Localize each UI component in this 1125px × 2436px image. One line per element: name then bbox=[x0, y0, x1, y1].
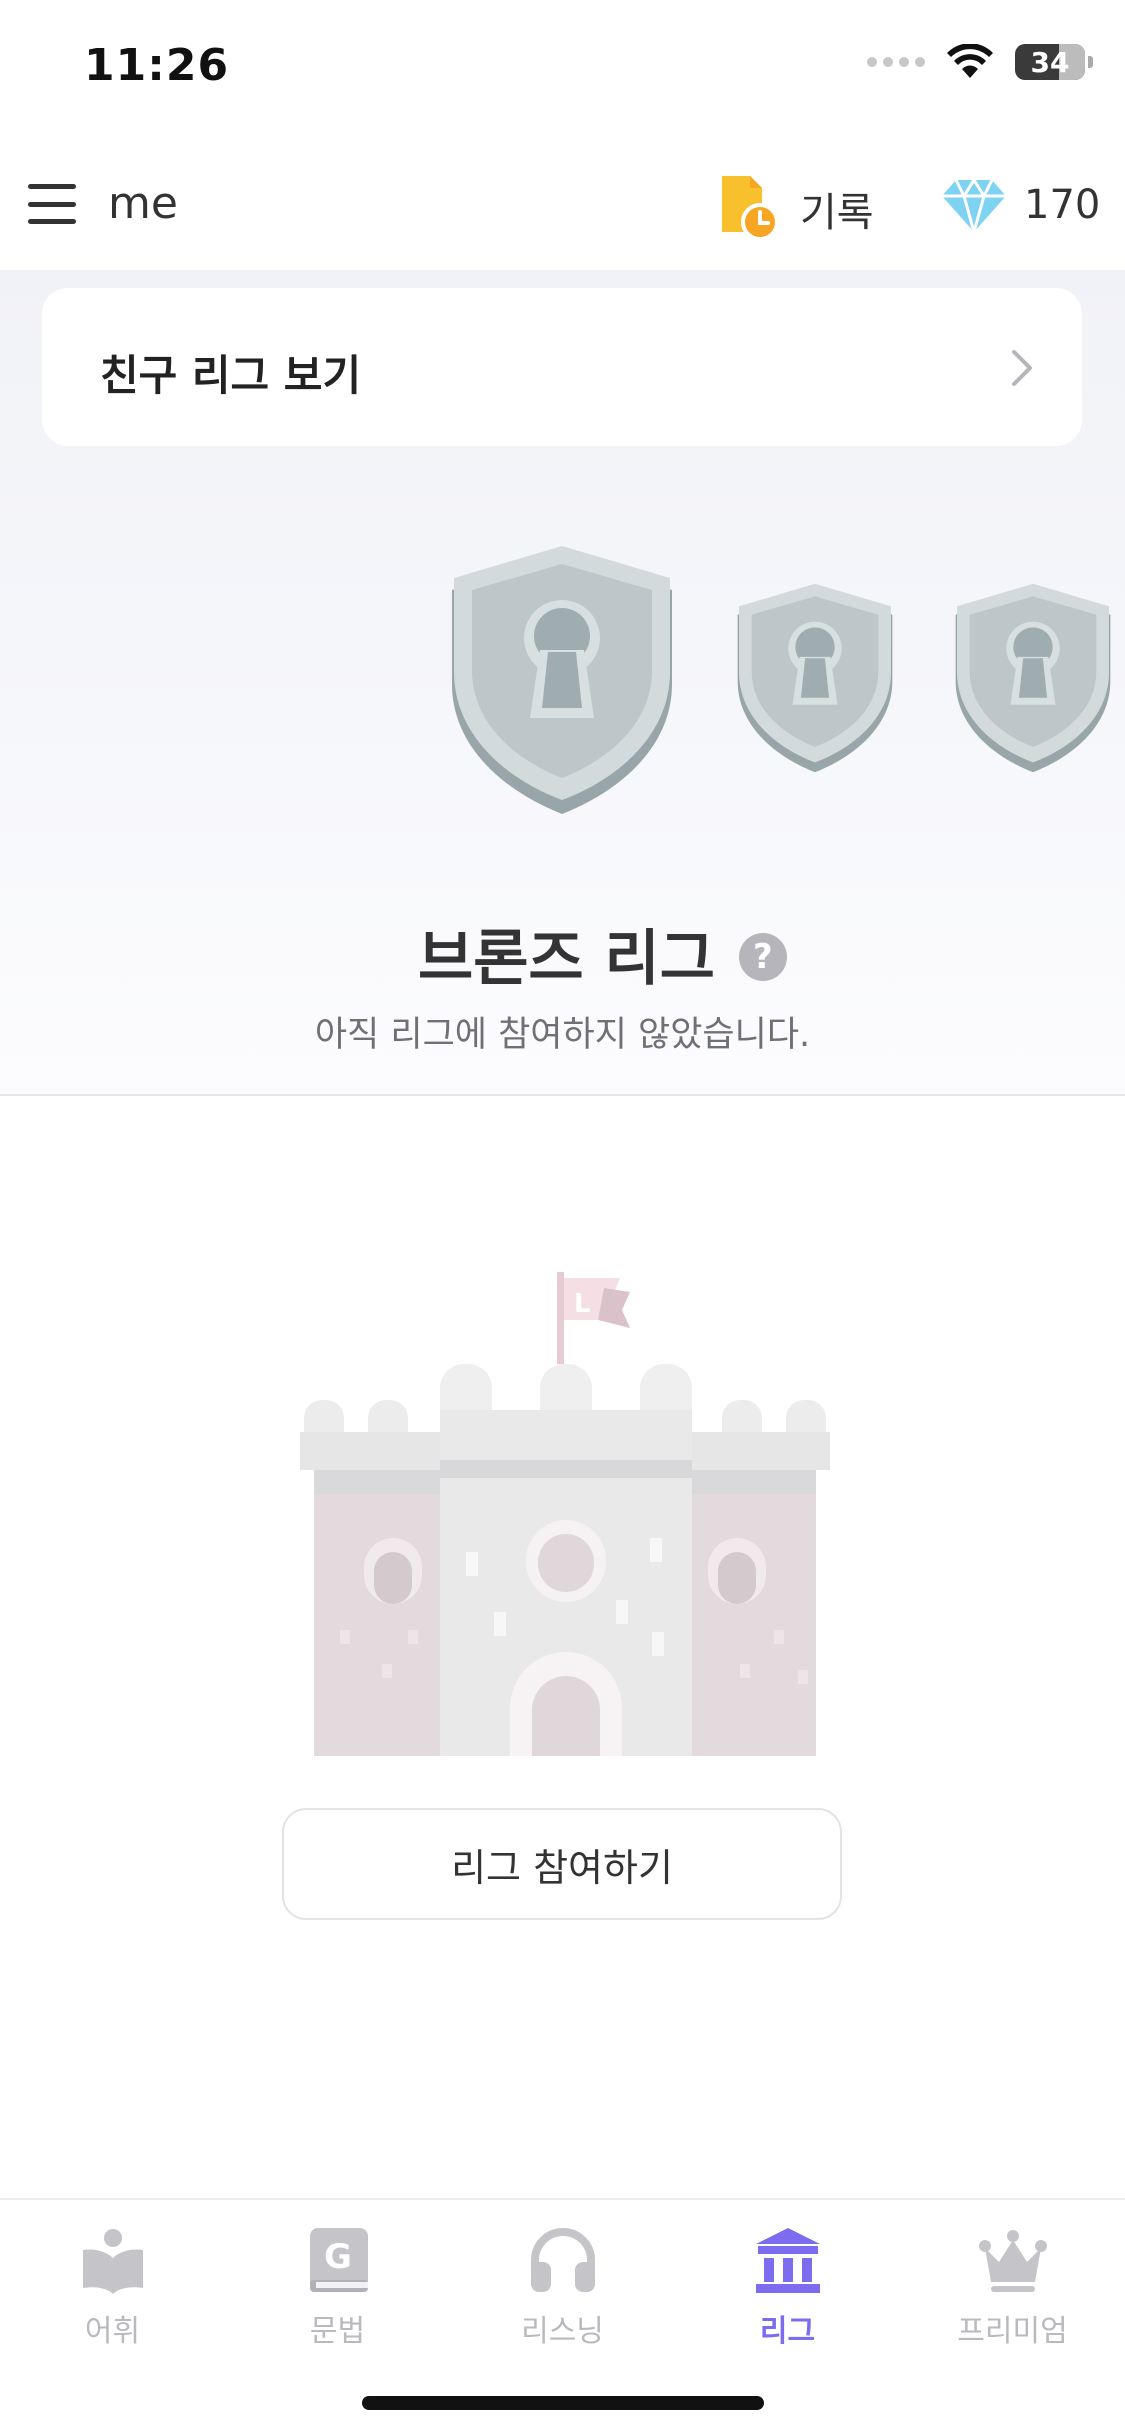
league-title-row: 브론즈 리그 ? bbox=[418, 910, 787, 997]
flag-letter: L bbox=[574, 1289, 591, 1319]
tab-grammar[interactable]: G 문법 bbox=[225, 2224, 450, 2374]
diamond-gem-icon bbox=[942, 178, 1006, 234]
tab-label: 리스닝 bbox=[521, 2314, 604, 2349]
battery-level: 34 bbox=[1030, 45, 1070, 79]
battery-icon: 34 bbox=[1015, 44, 1093, 80]
book-icon bbox=[82, 2229, 143, 2294]
locked-shield-badge-icon bbox=[452, 546, 672, 814]
record-label[interactable]: 기록 bbox=[800, 180, 874, 238]
home-indicator bbox=[362, 2396, 764, 2410]
headphones-icon bbox=[530, 2228, 595, 2292]
cellular-signal-icon bbox=[867, 57, 925, 67]
friend-league-label: 친구 리그 보기 bbox=[100, 351, 362, 400]
svg-text:G: G bbox=[324, 2237, 352, 2277]
user-name: me bbox=[108, 178, 178, 229]
record-history-icon[interactable] bbox=[716, 172, 782, 240]
crown-icon bbox=[978, 2230, 1047, 2292]
tab-label: 문법 bbox=[309, 2314, 366, 2349]
locked-shield-badge-icon bbox=[737, 583, 893, 773]
gem-count: 170 bbox=[1024, 182, 1101, 228]
tab-label: 프리미엄 bbox=[957, 2314, 1068, 2349]
friend-league-button[interactable]: 친구 리그 보기 bbox=[42, 288, 1082, 446]
tab-vocabulary[interactable]: 어휘 bbox=[0, 2224, 225, 2374]
wifi-icon bbox=[947, 44, 993, 78]
league-status-text: 아직 리그에 참여하지 않았습니다. bbox=[314, 1015, 811, 1055]
league-building-icon bbox=[755, 2228, 820, 2293]
status-icons: 34 bbox=[867, 44, 1093, 80]
league-title: 브론즈 리그 bbox=[418, 924, 715, 994]
hamburger-menu-icon[interactable] bbox=[28, 180, 76, 228]
tab-league[interactable]: 리그 bbox=[675, 2224, 900, 2374]
tab-premium[interactable]: 프리미엄 bbox=[900, 2224, 1125, 2374]
tab-label: 어휘 bbox=[84, 2314, 141, 2349]
help-icon[interactable]: ? bbox=[738, 932, 787, 981]
chevron-right-icon bbox=[1012, 350, 1032, 386]
tab-listening[interactable]: 리스닝 bbox=[450, 2224, 675, 2374]
castle-illustration: L bbox=[300, 1272, 830, 1756]
tab-label: 리그 bbox=[759, 2314, 816, 2349]
status-bar: 11:26 34 bbox=[0, 0, 1125, 140]
join-league-button[interactable]: 리그 참여하기 bbox=[282, 1808, 842, 1920]
grammar-book-icon: G bbox=[309, 2228, 368, 2292]
status-time: 11:26 bbox=[84, 40, 230, 91]
app-header: me 기록 170 bbox=[0, 140, 1125, 270]
locked-shield-badge-icon bbox=[955, 583, 1111, 773]
league-section: 친구 리그 보기 브론즈 리그 ? 아직 리그에 참여하지 않았습니다. bbox=[0, 270, 1125, 1096]
